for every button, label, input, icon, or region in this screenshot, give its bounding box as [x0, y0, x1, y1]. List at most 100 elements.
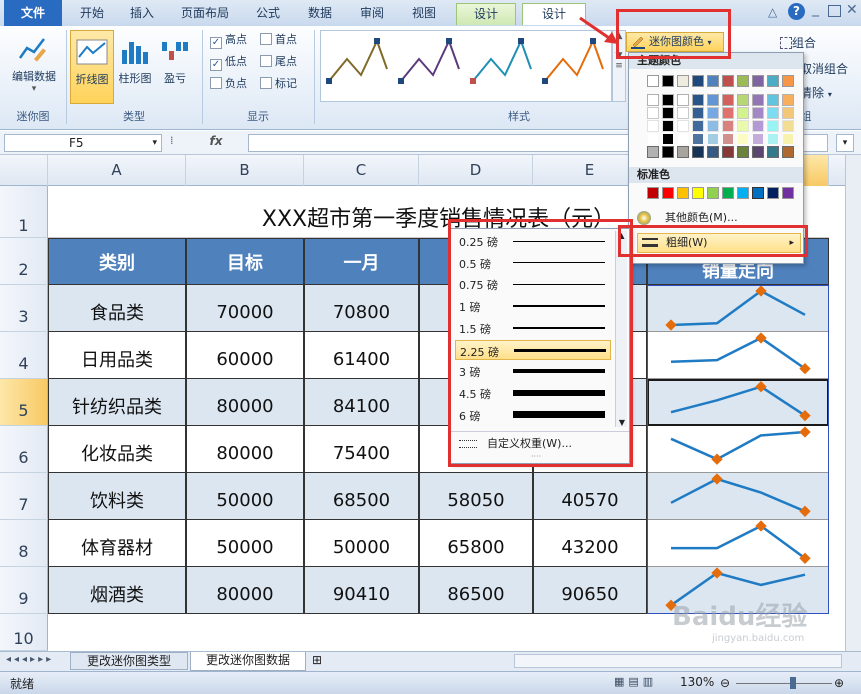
line-type-button[interactable]: 折线图 [70, 30, 114, 104]
col-header-d[interactable]: D [419, 155, 533, 186]
zoom-thumb[interactable] [790, 677, 796, 689]
cell-target[interactable]: 70000 [186, 285, 304, 332]
theme-color-swatch[interactable] [722, 107, 734, 119]
row-header-8[interactable]: 8 [0, 520, 48, 567]
theme-color-swatch[interactable] [647, 75, 659, 87]
theme-color-swatch[interactable] [677, 133, 689, 145]
clear-button[interactable]: 清除 ▾ [800, 84, 832, 101]
theme-color-swatch[interactable] [692, 120, 704, 132]
group-button[interactable]: 组合 [780, 34, 816, 51]
row-header-9[interactable]: 9 [0, 567, 48, 614]
minimize-ribbon-icon[interactable]: △ [768, 5, 782, 19]
col-header-c[interactable]: C [304, 155, 419, 186]
tab-insert[interactable]: 插入 [120, 3, 164, 25]
row-header-1[interactable]: 1 [0, 186, 48, 238]
tab-review[interactable]: 审阅 [350, 3, 394, 25]
cell-jan[interactable]: 61400 [304, 332, 419, 379]
theme-color-swatch[interactable] [782, 120, 794, 132]
tab-home[interactable]: 开始 [70, 3, 114, 25]
standard-color-swatch[interactable] [737, 187, 749, 199]
tab-page-layout[interactable]: 页面布局 [172, 3, 238, 25]
theme-color-swatch[interactable] [782, 146, 794, 158]
standard-color-swatch[interactable] [782, 187, 794, 199]
theme-color-swatch[interactable] [752, 107, 764, 119]
theme-color-swatch[interactable] [692, 94, 704, 106]
theme-color-swatch[interactable] [737, 133, 749, 145]
cell-target[interactable]: 60000 [186, 332, 304, 379]
negative-point-checkbox[interactable]: 负点 [210, 76, 247, 92]
vertical-scrollbar[interactable] [845, 155, 861, 651]
theme-color-swatch[interactable] [707, 133, 719, 145]
theme-color-swatch[interactable] [722, 94, 734, 106]
theme-color-swatch[interactable] [647, 146, 659, 158]
style-gallery[interactable] [320, 30, 612, 102]
theme-color-swatch[interactable] [707, 146, 719, 158]
theme-color-swatch[interactable] [662, 75, 674, 87]
sheet-tab-change-type[interactable]: 更改迷你图类型 [70, 652, 188, 670]
row-header-5[interactable]: 5 [0, 379, 48, 426]
theme-color-swatch[interactable] [707, 107, 719, 119]
row-header-10[interactable]: 10 [0, 614, 48, 651]
edit-data-button[interactable]: 编辑数据 ▾ [6, 34, 62, 104]
theme-color-swatch[interactable] [782, 94, 794, 106]
tab-view[interactable]: 视图 [402, 3, 446, 25]
theme-color-swatch[interactable] [677, 120, 689, 132]
standard-color-swatch[interactable] [647, 187, 659, 199]
theme-color-swatch[interactable] [722, 120, 734, 132]
cell-jan[interactable]: 50000 [304, 520, 419, 567]
window-minimize-icon[interactable]: _ [812, 2, 826, 18]
theme-color-swatch[interactable] [692, 107, 704, 119]
first-point-checkbox[interactable]: 首点 [260, 32, 297, 48]
theme-color-swatch[interactable] [692, 146, 704, 158]
markers-checkbox[interactable]: 标记 [260, 76, 297, 92]
theme-color-swatch[interactable] [647, 120, 659, 132]
theme-color-swatch[interactable] [647, 133, 659, 145]
theme-color-swatch[interactable] [692, 133, 704, 145]
window-close-icon[interactable]: ✕ [846, 2, 860, 18]
zoom-level[interactable]: 130% [680, 675, 714, 689]
theme-color-swatch[interactable] [767, 120, 779, 132]
theme-color-swatch[interactable] [782, 133, 794, 145]
window-restore-icon[interactable] [828, 5, 841, 17]
standard-color-swatch[interactable] [767, 187, 779, 199]
theme-color-swatch[interactable] [767, 133, 779, 145]
sparkline-style-3[interactable] [470, 38, 532, 84]
theme-color-swatch[interactable] [737, 75, 749, 87]
last-point-checkbox[interactable]: 尾点 [260, 54, 297, 70]
theme-color-swatch[interactable] [722, 146, 734, 158]
theme-color-swatch[interactable] [737, 120, 749, 132]
insert-function-button[interactable]: fx [186, 134, 246, 152]
theme-color-swatch[interactable] [677, 94, 689, 106]
expand-formula-icon[interactable]: ▾ [836, 134, 854, 152]
header-target[interactable]: 目标 [186, 238, 304, 285]
cell-target[interactable]: 50000 [186, 520, 304, 567]
theme-color-swatch[interactable] [662, 133, 674, 145]
select-all-corner[interactable] [0, 155, 48, 186]
new-sheet-icon[interactable]: ⊞ [312, 653, 334, 669]
cell-target[interactable]: 50000 [186, 473, 304, 520]
theme-color-swatch[interactable] [737, 94, 749, 106]
tab-formulas[interactable]: 公式 [246, 3, 290, 25]
standard-color-swatch[interactable] [677, 187, 689, 199]
theme-color-swatch[interactable] [722, 75, 734, 87]
low-point-checkbox[interactable]: ✓ 低点 [210, 54, 247, 71]
sparkline-style-1[interactable] [326, 38, 388, 84]
theme-color-swatch[interactable] [752, 146, 764, 158]
theme-color-swatch[interactable] [647, 107, 659, 119]
theme-color-swatch[interactable] [677, 107, 689, 119]
row-header-4[interactable]: 4 [0, 332, 48, 379]
cell-category[interactable]: 日用品类 [48, 332, 186, 379]
cell-feb[interactable]: 58050 [419, 473, 533, 520]
theme-color-swatch[interactable] [707, 94, 719, 106]
theme-color-swatch[interactable] [767, 75, 779, 87]
theme-color-swatch[interactable] [737, 107, 749, 119]
standard-color-swatch[interactable] [752, 187, 764, 199]
theme-color-swatch[interactable] [782, 107, 794, 119]
theme-color-swatch[interactable] [782, 75, 794, 87]
cell-feb[interactable]: 86500 [419, 567, 533, 614]
cell-category[interactable]: 烟酒类 [48, 567, 186, 614]
sparkline-style-2[interactable] [398, 38, 460, 84]
tab-data[interactable]: 数据 [298, 3, 342, 25]
cell-jan[interactable]: 68500 [304, 473, 419, 520]
splitter-icon[interactable]: ⁞ [170, 134, 184, 152]
